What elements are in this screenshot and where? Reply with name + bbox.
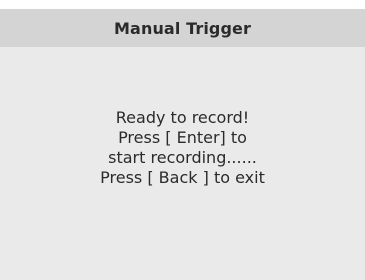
page-title: Manual Trigger	[114, 18, 251, 38]
manual-trigger-screen: Manual Trigger Ready to record! Press [ …	[0, 0, 365, 280]
status-line-ready: Ready to record!	[115, 108, 250, 127]
title-bar: Manual Trigger	[0, 9, 365, 47]
status-line-start-recording: start recording......	[108, 148, 257, 167]
status-message: Ready to record! Press [ Enter] to start…	[0, 108, 365, 188]
status-line-back-instruction: Press [ Back ] to exit	[100, 168, 265, 187]
status-line-enter-instruction: Press [ Enter] to	[118, 128, 247, 147]
